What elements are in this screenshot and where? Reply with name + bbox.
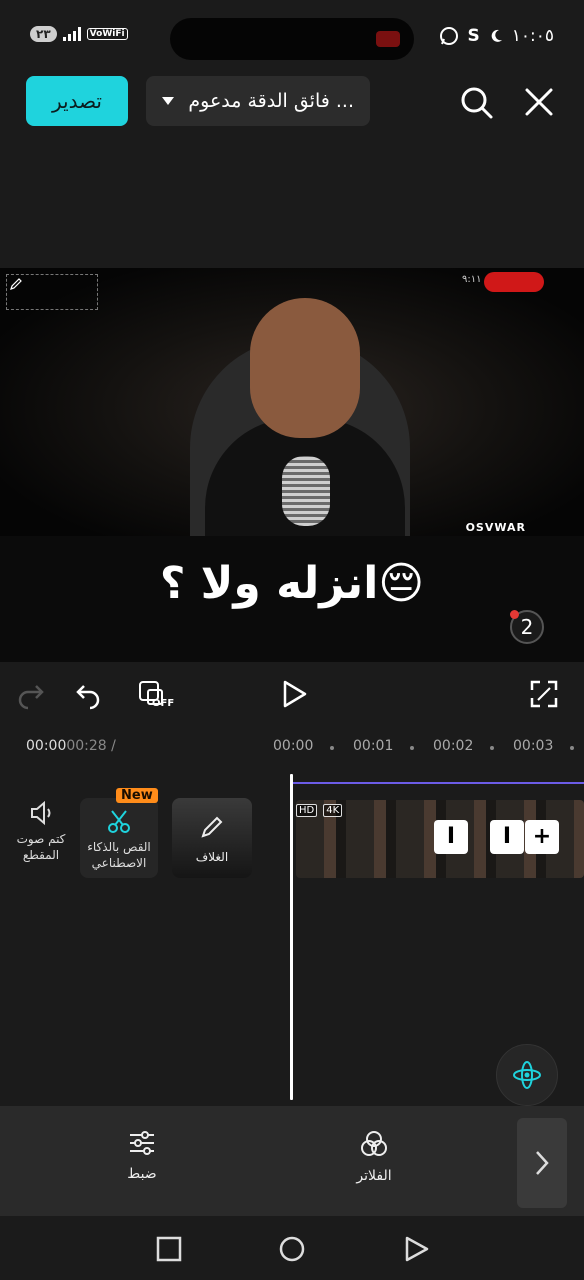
current-time: 00:0000:28 /	[26, 738, 116, 754]
tick-label: 00:01	[353, 738, 394, 754]
close-icon[interactable]	[521, 84, 557, 120]
tick-label: 00:00	[273, 738, 314, 754]
live-badge	[484, 272, 544, 292]
recents-icon[interactable]	[154, 1234, 184, 1264]
keyframe-off-button[interactable]: OFF	[136, 676, 176, 712]
search-icon[interactable]	[458, 84, 494, 120]
ai-cut-button[interactable]: New القص بالذكاء الاصطناعي	[80, 788, 158, 878]
sliders-icon	[130, 1131, 154, 1155]
export-button[interactable]: تصدير	[26, 76, 128, 126]
record-indicator	[376, 31, 400, 47]
sticker-box[interactable]	[6, 274, 98, 310]
watermark: OSVWAR	[465, 521, 526, 534]
cover-label: الغلاف	[195, 850, 229, 864]
transition-marker[interactable]: I	[434, 820, 468, 854]
bottom-toolbar: ضبط الفلاتر	[0, 1106, 584, 1216]
ai-assistant-button[interactable]	[496, 1044, 558, 1106]
adjust-button[interactable]: ضبط	[97, 1128, 187, 1182]
atom-icon	[513, 1061, 541, 1089]
status-bar: ٢٣ VoWiFi S ١٠:٠٥	[0, 0, 584, 72]
clip-hd-badge: HD	[296, 804, 318, 817]
timeline: كتم صوت المقطع New القص بالذكاء الاصطناع…	[0, 768, 584, 1106]
person-head	[250, 298, 360, 438]
redo-icon[interactable]	[14, 676, 50, 712]
battery-badge: ٢٣	[30, 26, 57, 42]
resolution-label: فائق الدقة مدعوم ...	[188, 90, 354, 112]
time-row: 00:0000:28 / 00:00 00:01 00:02 00:03	[0, 728, 584, 768]
speaker-icon	[31, 800, 51, 826]
ai-cut-label: القص بالذكاء الاصطناعي	[87, 840, 151, 870]
s-icon: S	[467, 26, 480, 46]
top-toolbar: تصدير فائق الدقة مدعوم ...	[0, 72, 584, 268]
track-indicator	[293, 782, 584, 784]
whatsapp-icon	[440, 27, 459, 45]
count-label: 2	[520, 615, 534, 639]
back-icon[interactable]	[401, 1234, 431, 1264]
keyframe-off-label: OFF	[152, 698, 175, 709]
player-controls: OFF	[0, 662, 584, 728]
chevron-right-icon	[536, 1151, 549, 1175]
filters-label: الفلاتر	[356, 1168, 392, 1184]
fullscreen-icon[interactable]	[526, 676, 562, 712]
clock: ١٠:٠٥	[511, 26, 554, 46]
video-preview[interactable]: ٩:١١ OSVWAR	[0, 268, 584, 536]
undo-icon[interactable]	[70, 676, 106, 712]
new-badge: New	[116, 788, 158, 803]
home-icon[interactable]	[277, 1234, 307, 1264]
moon-icon	[491, 29, 502, 42]
ai-scissors-icon	[108, 810, 130, 833]
filters-icon	[361, 1131, 387, 1156]
tick-label: 00:02	[433, 738, 474, 754]
adjust-label: ضبط	[127, 1166, 157, 1182]
pencil-icon	[201, 816, 223, 838]
chevron-down-icon	[162, 97, 174, 105]
toolbar-next-button[interactable]	[517, 1118, 567, 1208]
clip-icons: HD 4K	[296, 804, 343, 817]
signal-icon	[62, 27, 81, 41]
vowifi-label: VoWiFi	[86, 28, 128, 40]
system-nav-bar	[0, 1216, 584, 1280]
preview-corner-label: ٩:١١	[462, 274, 482, 285]
mute-label: كتم صوت المقطع	[16, 832, 66, 862]
filters-button[interactable]: الفلاتر	[329, 1128, 419, 1184]
cover-button[interactable]: الغلاف	[172, 798, 252, 878]
caption-area: انزله ولا ؟😔 2	[0, 536, 584, 662]
playhead[interactable]	[290, 774, 293, 1100]
status-left: ٢٣ VoWiFi	[30, 26, 128, 42]
status-right: S ١٠:٠٥	[439, 26, 554, 46]
microphone	[282, 456, 330, 526]
mute-clip-button[interactable]: كتم صوت المقطع	[2, 798, 80, 878]
tick-label: 00:03	[513, 738, 554, 754]
caption-text[interactable]: انزله ولا ؟😔	[0, 558, 584, 609]
resolution-dropdown[interactable]: فائق الدقة مدعوم ...	[146, 76, 370, 126]
notification-dot	[510, 610, 519, 619]
play-icon[interactable]	[276, 676, 312, 712]
transition-marker[interactable]: I	[490, 820, 524, 854]
add-clip-button[interactable]: +	[525, 820, 559, 854]
camera-island	[170, 18, 414, 60]
pencil-icon	[10, 278, 22, 290]
count-badge[interactable]: 2	[510, 610, 544, 644]
clip-4k-badge: 4K	[323, 804, 343, 817]
